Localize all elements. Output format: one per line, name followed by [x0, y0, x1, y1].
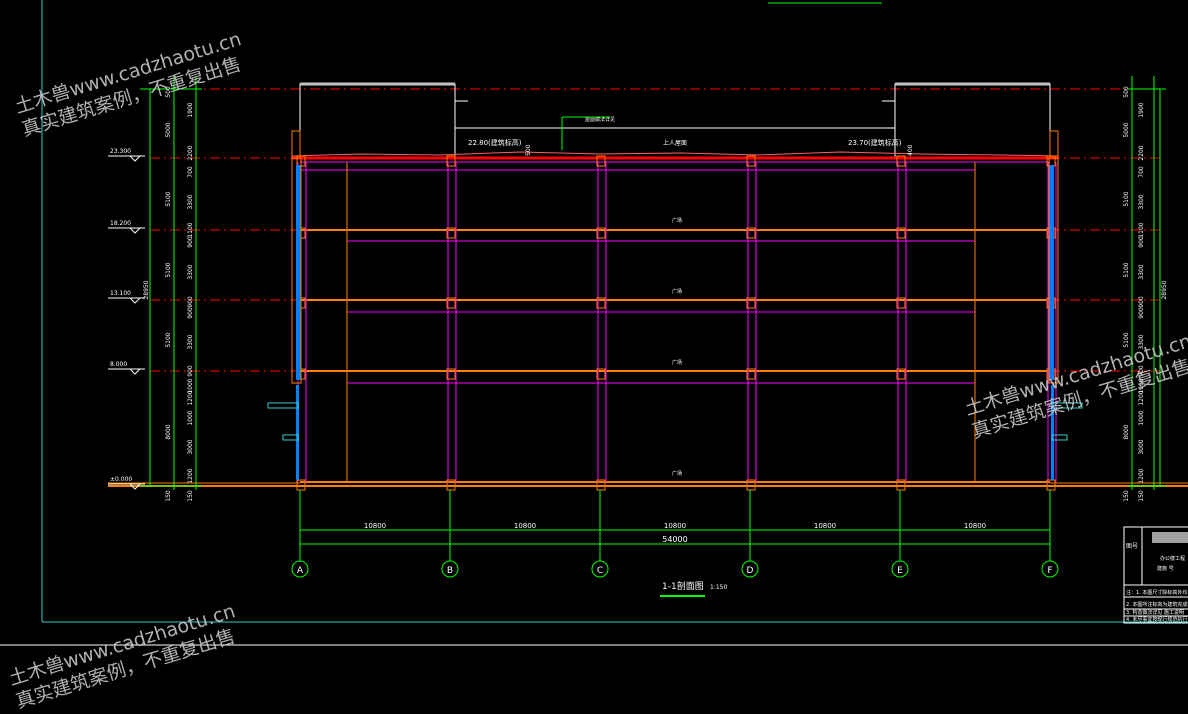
- bay-dimension: 10800: [964, 522, 986, 530]
- left-inner-dimension: 1000: [187, 410, 194, 425]
- right-inner-dimension: 1000: [1138, 410, 1145, 425]
- right-outer-dimension: 8000: [1123, 424, 1130, 439]
- left-outer-dimension: 8000: [165, 424, 172, 439]
- axis-label: D: [747, 566, 754, 576]
- left-inner-dimension: 3300: [187, 334, 194, 349]
- right-inner-dimension: 3300: [1138, 264, 1145, 279]
- room-label: 广场: [672, 359, 682, 366]
- level-label: ±0.000: [110, 476, 132, 483]
- right-inner-dimension: 3000: [1138, 439, 1145, 454]
- right-outer-dimension: 5000: [1123, 122, 1130, 137]
- level-marker-symbol: [128, 368, 142, 375]
- axis-label: F: [1047, 566, 1052, 576]
- room-label: 广场: [672, 288, 682, 295]
- title-block: [1123, 526, 1188, 624]
- section-drawing: 23.300 18.200 13.100 8.000 ±0.000 500 5000 510…: [0, 0, 1188, 646]
- roof-elevation-left: 22.80(建筑标高): [468, 138, 522, 147]
- partitions: [346, 162, 976, 482]
- title-block-label: 图号: [1126, 543, 1138, 550]
- bay-dimensions: 10800 10800 10800 10800 10800: [364, 522, 986, 530]
- right-inner-dimension: 900: [1138, 296, 1145, 308]
- left-inner-dimension: 2200: [187, 145, 194, 160]
- left-inner-dimension: 3300: [187, 264, 194, 279]
- left-total-dimension: 28950: [143, 280, 150, 299]
- title-block-notes: 注：1. 本图尺寸除标高外均以毫米计 2. 本图所注标高为建筑完成面3. 构造做法…: [1126, 589, 1188, 623]
- room-label: 广场: [672, 470, 682, 477]
- left-inner-dimension: 1100: [187, 222, 194, 237]
- right-outer-dimension: 5100: [1123, 191, 1130, 206]
- left-dimension-text: 5005000510051005100800015019002200700330…: [143, 86, 194, 502]
- title-block-note: 注：1. 本图尺寸除标高外均以毫米计: [1126, 589, 1188, 596]
- axis-bubbles: A B C D E F: [291, 490, 1059, 578]
- right-inner-dimension: 150: [1138, 490, 1145, 502]
- room-label: 广场: [672, 217, 682, 224]
- total-dimension: 54000: [662, 535, 687, 544]
- level-marker-symbol: [128, 227, 142, 234]
- bay-dimension: 10800: [664, 522, 686, 530]
- right-inner-dimension: 1900: [1138, 102, 1145, 117]
- axis-label: C: [597, 566, 603, 576]
- left-inner-dimension: 900: [187, 296, 194, 308]
- section-scale: 1:150: [710, 584, 727, 591]
- right-inner-dimension: 700: [1138, 166, 1145, 178]
- left-inner-dimension: 150: [187, 490, 194, 502]
- left-inner-dimension: 1200: [187, 468, 194, 483]
- left-inner-dimension: 1200: [187, 390, 194, 405]
- roof-dim-left: 500: [525, 144, 532, 156]
- left-inner-dimension: 900: [187, 236, 194, 248]
- left-inner-dimension: 900: [187, 307, 194, 319]
- bay-dimension: 10800: [814, 522, 836, 530]
- left-outer-dimension: 5100: [165, 262, 172, 277]
- bay-dimension: 10800: [364, 522, 386, 530]
- level-label: 23.300: [110, 148, 131, 155]
- axis-label: B: [447, 566, 453, 576]
- roof-elevation-right: 23.70(建筑标高): [848, 138, 902, 147]
- title-block-code: 建施 号: [1157, 565, 1174, 572]
- bay-dimension: 10800: [514, 522, 536, 530]
- left-inner-dimension: 700: [187, 166, 194, 178]
- axis-label: E: [897, 566, 903, 576]
- left-outer-dimension: 5100: [165, 191, 172, 206]
- right-inner-dimension: 2200: [1138, 145, 1145, 160]
- axis-label: A: [297, 566, 304, 576]
- right-inner-dimension: 1100: [1138, 222, 1145, 237]
- section-title: 1-1剖面图: [662, 580, 704, 592]
- right-inner-dimension: 900: [1138, 307, 1145, 319]
- title-block-note: 3. 构造做法详见 施工说明: [1126, 609, 1184, 616]
- left-inner-dimension: 900: [187, 365, 194, 377]
- level-marker-symbol: [128, 155, 142, 162]
- title-block-project: 办公楼工程: [1160, 555, 1185, 562]
- right-inner-dimension: 900: [1138, 236, 1145, 248]
- title-block-note: 2. 本图所注标高为建筑完成面: [1126, 601, 1188, 608]
- right-total-dimension: 28950: [1161, 280, 1168, 299]
- left-inner-dimension: 1900: [187, 102, 194, 117]
- left-outer-dimension: 150: [165, 490, 172, 502]
- room-labels: 广场广场广场广场: [672, 217, 682, 477]
- left-inner-dimension: 3300: [187, 194, 194, 209]
- right-outer-dimension: 5100: [1123, 332, 1130, 347]
- level-label: 8.000: [110, 361, 127, 368]
- title-block-note: 4. 未尽事宜按现行规范执行: [1126, 616, 1187, 623]
- right-outer-dimension: 150: [1123, 490, 1130, 502]
- level-label: 18.200: [110, 220, 131, 227]
- roof-dim-right: 400: [907, 144, 914, 156]
- right-inner-dimension: 1200: [1138, 468, 1145, 483]
- level-label: 13.100: [110, 290, 131, 297]
- right-outer-dimension: 5100: [1123, 262, 1130, 277]
- columns: [296, 155, 1057, 491]
- right-dimension-text: 500 5000 5100 5100 5100 8000 150 1900 2200 700 330…: [1123, 86, 1168, 502]
- level-markers: 23.300 18.200 13.100 8.000 ±0.000: [108, 148, 145, 490]
- left-outer-dimension: 5000: [165, 122, 172, 137]
- roof-mid-label: 上人屋面: [663, 139, 687, 147]
- left-outer-dimension: 5100: [165, 332, 172, 347]
- level-marker-symbol: [128, 297, 142, 304]
- floor-slabs: [300, 229, 1050, 483]
- right-inner-dimension: 3300: [1138, 194, 1145, 209]
- left-inner-dimension: 3000: [187, 439, 194, 454]
- facade-glazing: [267, 157, 1083, 480]
- right-outer-dimension: 500: [1123, 86, 1130, 98]
- beam-lines: [300, 161, 1050, 384]
